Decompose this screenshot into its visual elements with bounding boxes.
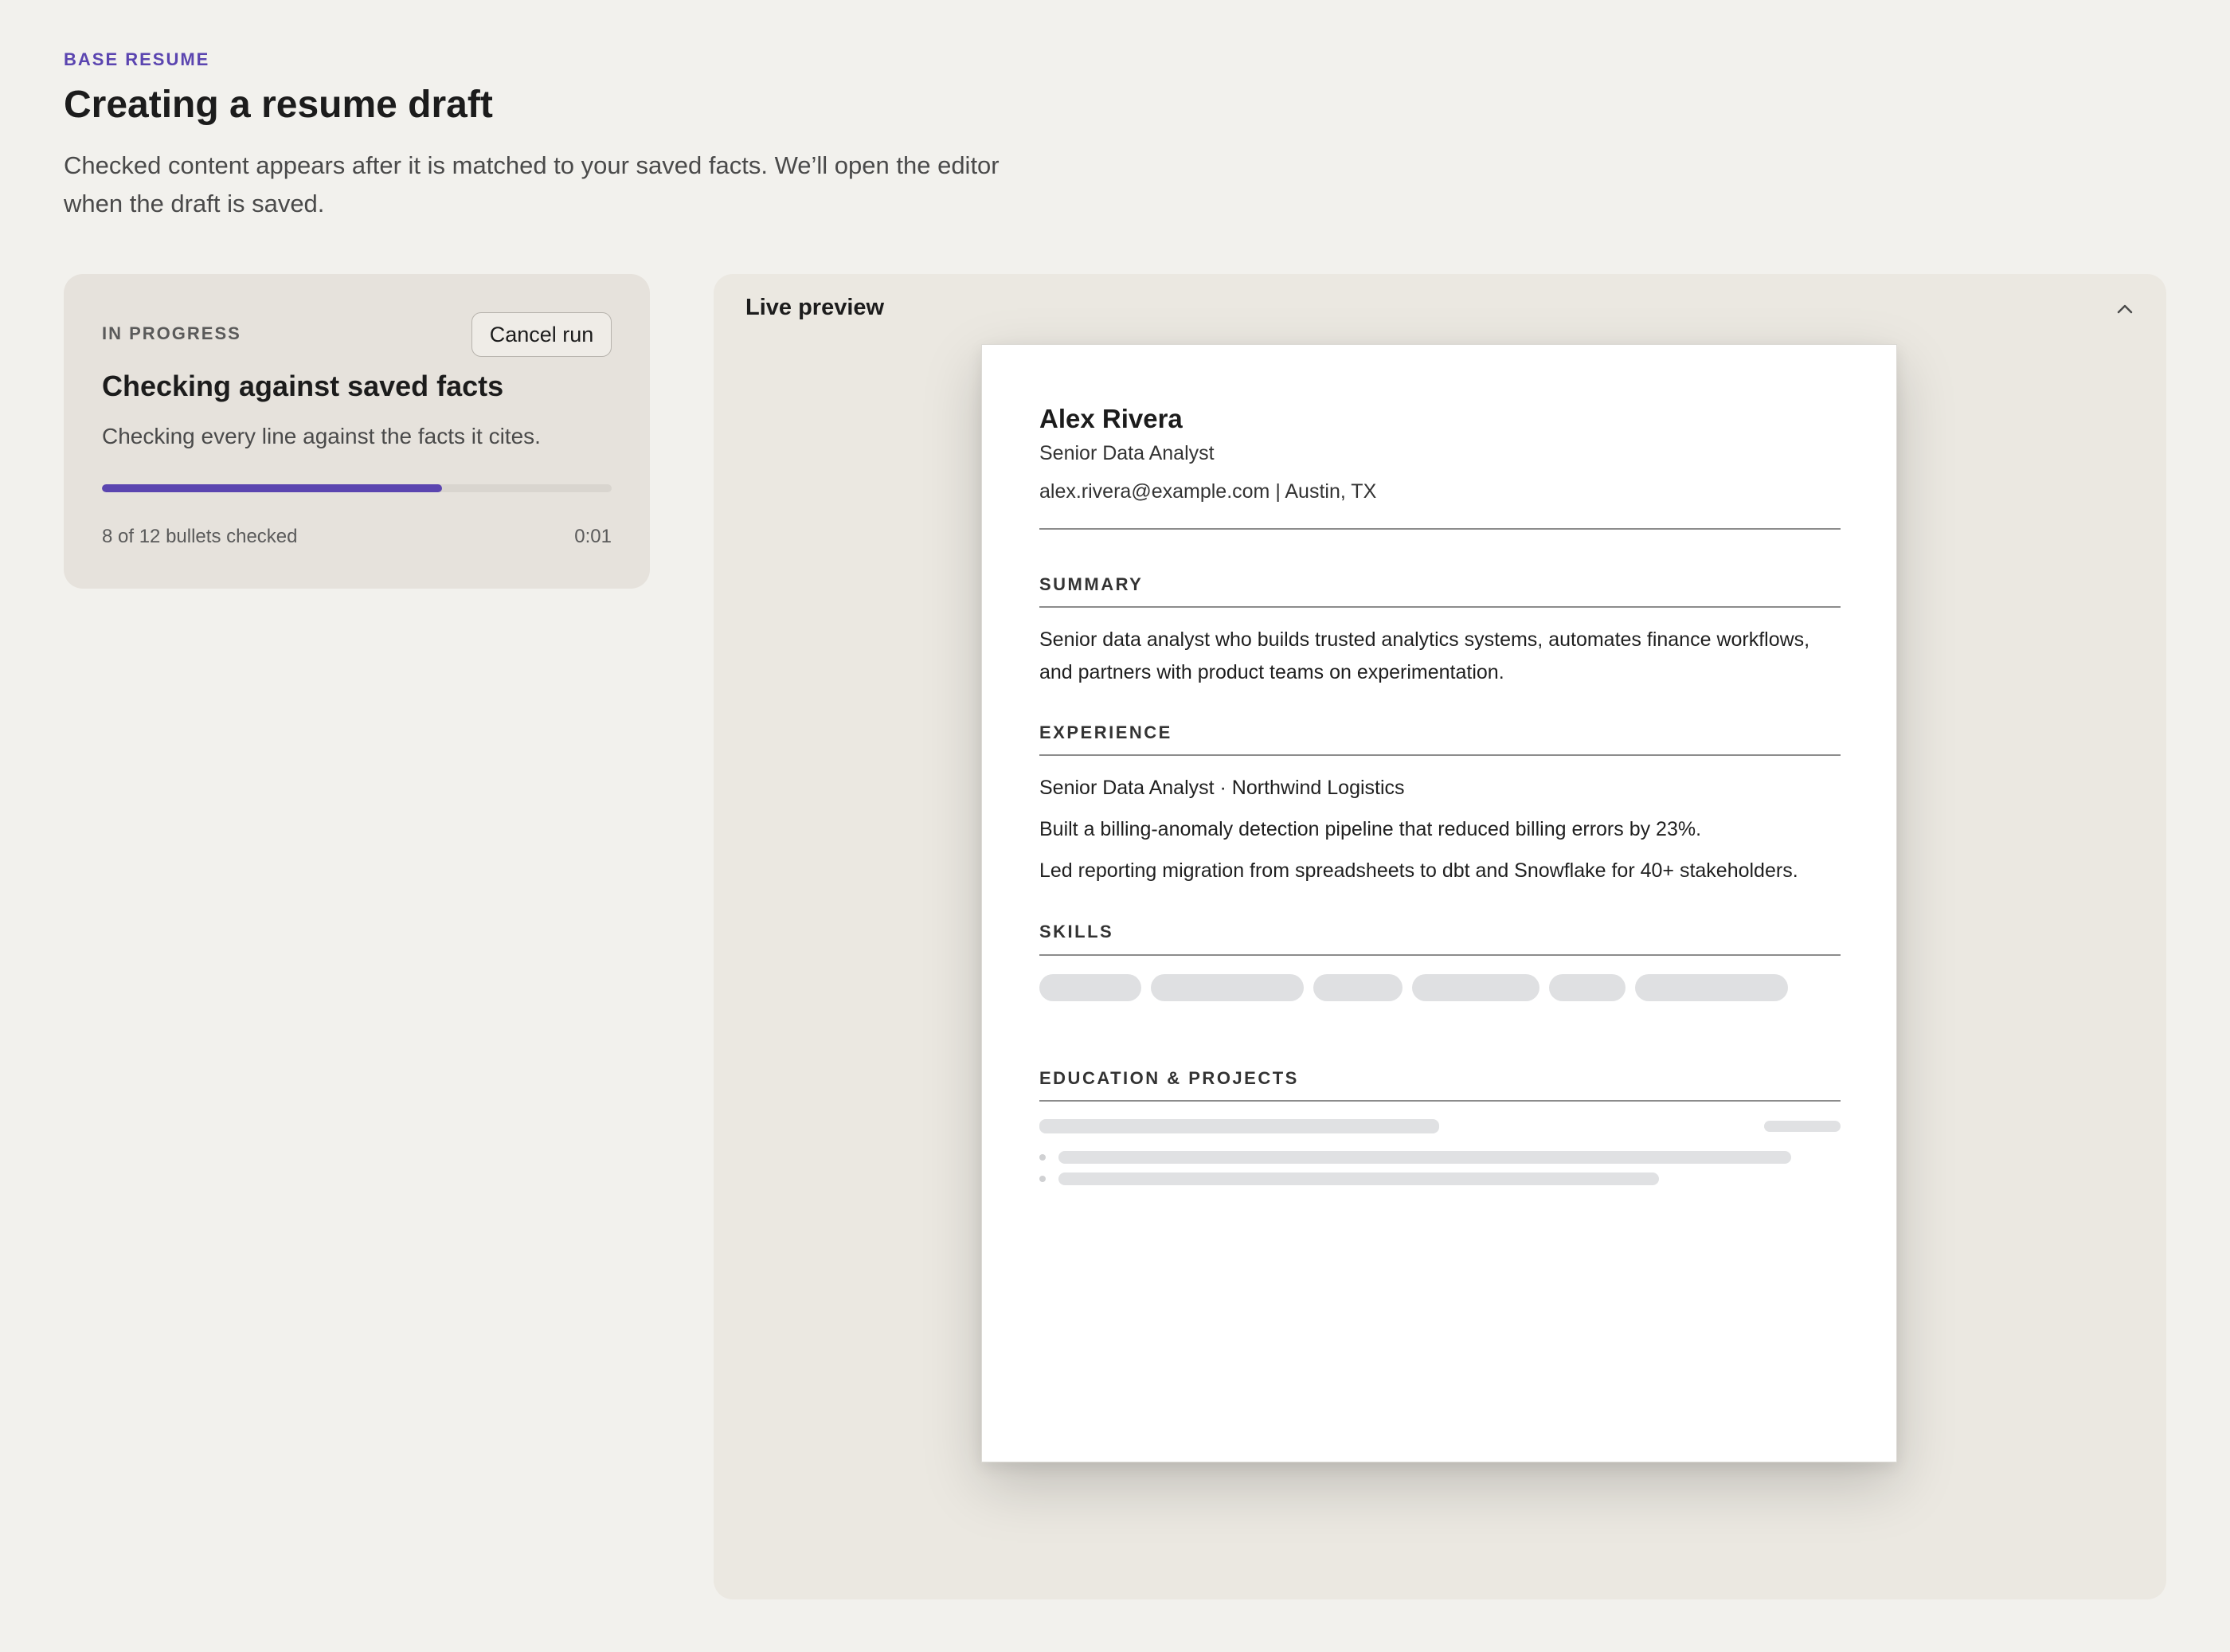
summary-divider bbox=[1039, 606, 1841, 608]
education-title-placeholder bbox=[1039, 1119, 1439, 1133]
status-label: IN PROGRESS bbox=[102, 323, 241, 343]
step-description: Checking every line against the facts it… bbox=[102, 424, 541, 448]
progress-bar-fill bbox=[102, 484, 442, 492]
progress-bar bbox=[102, 484, 612, 492]
experience-position: Senior Data Analyst · Northwind Logistic… bbox=[1039, 777, 1405, 799]
header-divider bbox=[1039, 528, 1841, 530]
skill-chip-placeholder bbox=[1039, 974, 1141, 1001]
page-title: Creating a resume draft bbox=[64, 84, 493, 126]
experience-bullet: Led reporting migration from spreadsheet… bbox=[1039, 859, 1798, 882]
skills-divider bbox=[1039, 954, 1841, 956]
section-eyebrow: BASE RESUME bbox=[64, 49, 210, 69]
collapse-preview-button[interactable] bbox=[2106, 290, 2144, 328]
live-preview-panel: Live preview Alex Rivera Senior Data Ana… bbox=[714, 274, 2166, 1599]
bullet-dot bbox=[1039, 1154, 1046, 1161]
skill-chip-placeholder bbox=[1313, 974, 1403, 1001]
experience-divider bbox=[1039, 754, 1841, 756]
page-description: Checked content appears after it is matc… bbox=[64, 151, 1000, 217]
skill-chip-placeholder bbox=[1549, 974, 1626, 1001]
education-bullet-placeholder bbox=[1058, 1172, 1659, 1185]
skill-chip-placeholder bbox=[1412, 974, 1539, 1001]
education-date-placeholder bbox=[1764, 1121, 1841, 1132]
cancel-run-button[interactable]: Cancel run bbox=[471, 312, 612, 357]
experience-heading: EXPERIENCE bbox=[1039, 722, 1172, 742]
education-heading: EDUCATION & PROJECTS bbox=[1039, 1068, 1299, 1088]
education-divider bbox=[1039, 1100, 1841, 1102]
education-bullet-placeholder bbox=[1058, 1151, 1791, 1164]
skill-chip-placeholder bbox=[1151, 974, 1304, 1001]
summary-heading: SUMMARY bbox=[1039, 574, 1144, 594]
chevron-up-icon bbox=[2117, 304, 2133, 314]
elapsed-time: 0:01 bbox=[574, 526, 612, 547]
resume-draft-page: BASE RESUME Creating a resume draft Chec… bbox=[0, 0, 2230, 1652]
experience-bullet: Built a billing-anomaly detection pipeli… bbox=[1039, 818, 1702, 840]
progress-card: IN PROGRESS Cancel run Checking against … bbox=[64, 274, 650, 589]
bullet-dot bbox=[1039, 1176, 1046, 1182]
preview-title: Live preview bbox=[745, 295, 885, 320]
resume-role: Senior Data Analyst bbox=[1039, 442, 1215, 464]
resume-contact: alex.rivera@example.com | Austin, TX bbox=[1039, 480, 1377, 503]
summary-text: Senior data analyst who builds trusted a… bbox=[1039, 628, 1810, 683]
resume-sheet: Alex Rivera Senior Data Analyst alex.riv… bbox=[981, 344, 1897, 1462]
resume-name: Alex Rivera bbox=[1039, 404, 1183, 433]
progress-count: 8 of 12 bullets checked bbox=[102, 526, 298, 547]
skill-chip-placeholder bbox=[1635, 974, 1788, 1001]
skills-heading: SKILLS bbox=[1039, 922, 1114, 941]
step-title: Checking against saved facts bbox=[102, 370, 504, 402]
